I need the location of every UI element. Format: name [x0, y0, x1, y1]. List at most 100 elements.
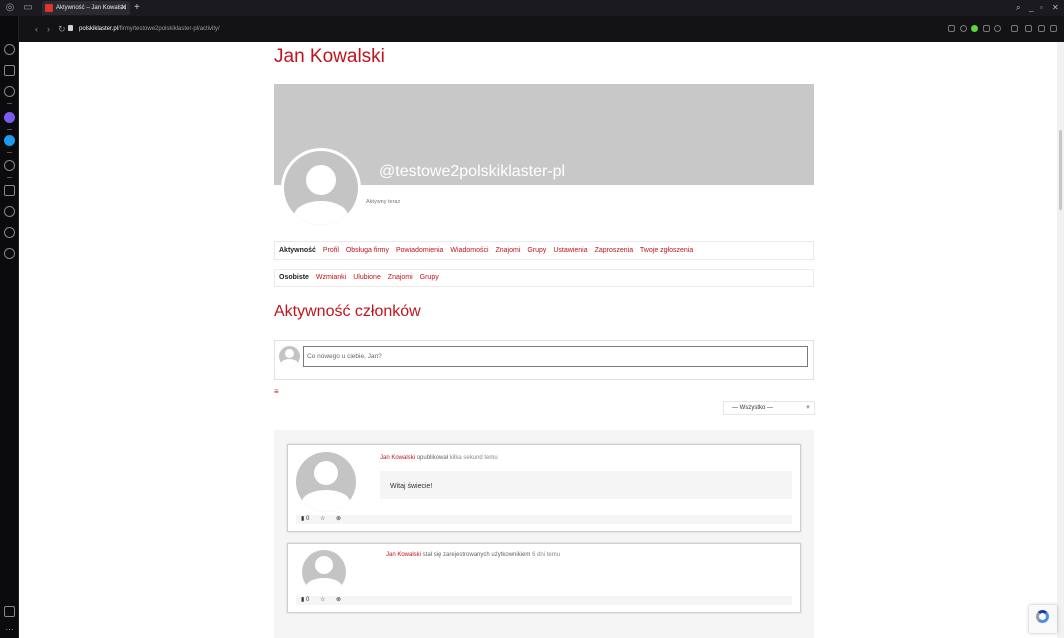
new-tab-button[interactable]: + — [134, 1, 140, 14]
profile-avatar[interactable] — [281, 148, 361, 228]
avatar-head — [306, 165, 336, 195]
avatar-body — [302, 490, 350, 512]
subtab-mentions[interactable]: Wzmianki — [316, 274, 346, 281]
tab-settings[interactable]: Ustawienia — [553, 247, 587, 254]
twitter-icon[interactable] — [4, 135, 15, 146]
secondary-nav: Osobiste Wzmianki Ulubione Znajomi Grupy — [274, 269, 814, 287]
edit-icon[interactable] — [4, 185, 15, 196]
sidebar-divider — [7, 177, 12, 178]
messenger-icon[interactable] — [4, 112, 15, 123]
subtab-friends[interactable]: Znajomi — [388, 274, 413, 281]
filter-value: — Wszystko — — [732, 405, 774, 411]
menu-icon[interactable] — [1050, 25, 1057, 32]
tab-messages[interactable]: Wiadomości — [450, 247, 488, 254]
item-actions: ▮ 0 ☆ ⊗ — [296, 596, 792, 605]
tab-activity[interactable]: Aktywność — [279, 247, 316, 254]
post-avatar — [279, 346, 300, 367]
player-icon[interactable] — [4, 160, 15, 171]
translate-icon[interactable] — [1025, 25, 1032, 32]
download-icon[interactable] — [1038, 25, 1045, 32]
activity-filter-select[interactable]: — Wszystko — ▼ — [723, 401, 815, 415]
comment-button[interactable]: ▮ 0 — [301, 515, 309, 524]
item-actions: ▮ 0 ☆ ⊗ — [296, 515, 792, 524]
sidebar-divider — [7, 129, 12, 130]
item-time[interactable]: kilka sekund temu — [450, 455, 498, 461]
tab-close-icon[interactable]: ✕ — [120, 1, 127, 15]
back-button[interactable]: ‹ — [35, 23, 38, 35]
page-title: Jan Kowalski — [274, 46, 385, 67]
speed-dial-icon[interactable] — [4, 44, 15, 55]
favorite-star-icon[interactable]: ☆ — [320, 515, 325, 524]
item-action: opublikował — [416, 455, 449, 461]
primary-nav: Aktywność Profil Obsługa firmy Powiadomi… — [274, 241, 814, 260]
favorite-star-icon[interactable]: ☆ — [320, 596, 325, 605]
address-bar-row: ‹ › ↻ polskiklaster.pl/firmy/testowe2pol… — [0, 16, 1064, 42]
subtab-personal[interactable]: Osobiste — [279, 274, 309, 281]
scrollbar-thumb[interactable] — [1059, 130, 1062, 210]
profile-handle: @testowe2polskiklaster-pl — [379, 163, 566, 180]
settings-icon[interactable] — [4, 248, 15, 259]
maximize-button[interactable]: ▫ — [1040, 2, 1043, 14]
tab-bar: ◎ ▭ Aktywność – Jan Kowalski ✕ + ⌕ _ ▫ ✕ — [0, 0, 1064, 16]
rss-icon[interactable]: ≡ — [274, 387, 279, 396]
avatar-body — [294, 201, 348, 225]
tab-notifications[interactable]: Powiadomienia — [396, 247, 443, 254]
forward-button[interactable]: › — [47, 23, 50, 35]
comment-button[interactable]: ▮ 0 — [301, 596, 309, 605]
tab-reports[interactable]: Twoje zgłoszenia — [640, 247, 693, 254]
vivaldi-logo-icon[interactable]: ◎ — [4, 2, 16, 14]
delete-icon[interactable]: ⊗ — [336, 515, 341, 524]
activity-status: Aktywny teraz — [366, 199, 401, 205]
tab-activity[interactable]: Aktywność – Jan Kowalski ✕ — [42, 1, 130, 15]
site-favicon-icon — [45, 4, 53, 12]
recaptcha-icon — [1036, 610, 1049, 623]
heart-icon[interactable] — [994, 25, 1001, 32]
url-path: /firmy/testowe2polskiklaster-pl/activity… — [118, 26, 220, 32]
recaptcha-badge[interactable] — [1029, 605, 1057, 633]
reader-icon[interactable] — [948, 25, 955, 32]
item-content: Witaj świecie! — [380, 471, 792, 499]
adblock-shield-icon[interactable] — [971, 25, 978, 32]
delete-icon[interactable]: ⊗ — [336, 596, 341, 605]
box-icon[interactable] — [4, 227, 15, 238]
avatar-head — [315, 556, 333, 574]
extension-icon[interactable] — [1011, 25, 1018, 32]
window-menu-icon[interactable]: ▭ — [22, 2, 34, 14]
item-avatar[interactable] — [302, 550, 346, 594]
capture-icon[interactable] — [960, 25, 967, 32]
history-icon[interactable] — [4, 206, 15, 217]
post-form: Co nowego u ciebie, Jan? — [274, 340, 814, 380]
chevron-down-icon: ▼ — [805, 405, 811, 411]
close-window-button[interactable]: ✕ — [1052, 2, 1059, 14]
avatar-body — [306, 578, 342, 594]
minimize-button[interactable]: _ — [1029, 2, 1033, 14]
activity-item: Jan Kowalski opublikował kilka sekund te… — [287, 444, 801, 532]
tab-profile[interactable]: Profil — [323, 247, 339, 254]
browser-sidebar: ··· — [0, 16, 19, 638]
comment-count: 0 — [305, 597, 310, 603]
author-link[interactable]: Jan Kowalski — [386, 552, 421, 558]
subtab-favorites[interactable]: Ulubione — [353, 274, 381, 281]
search-icon[interactable]: ⌕ — [1016, 2, 1020, 14]
avatar-body — [281, 359, 298, 367]
sidebar-divider — [7, 152, 12, 153]
pinboard-icon[interactable] — [4, 606, 15, 617]
url-field[interactable]: polskiklaster.pl/firmy/testowe2polskikla… — [79, 23, 220, 35]
bag-icon[interactable] — [4, 65, 15, 76]
activity-item: Jan Kowalski stał się zarejestrowanych u… — [287, 543, 801, 613]
tab-invitations[interactable]: Zaproszenia — [595, 247, 634, 254]
item-avatar[interactable] — [296, 452, 356, 512]
reload-button[interactable]: ↻ — [58, 23, 66, 35]
extension-icon[interactable] — [4, 86, 15, 97]
item-meta: Jan Kowalski opublikował kilka sekund te… — [380, 455, 498, 461]
tab-company[interactable]: Obsługa firmy — [346, 247, 389, 254]
comment-count: 0 — [305, 516, 310, 522]
play-icon[interactable] — [983, 25, 990, 32]
whats-new-input[interactable]: Co nowego u ciebie, Jan? — [303, 346, 808, 367]
tab-groups[interactable]: Grupy — [527, 247, 546, 254]
tab-friends[interactable]: Znajomi — [495, 247, 520, 254]
subtab-groups[interactable]: Grupy — [420, 274, 439, 281]
more-icon[interactable]: ··· — [4, 624, 15, 635]
item-time[interactable]: 6 dni temu — [532, 552, 560, 558]
author-link[interactable]: Jan Kowalski — [380, 455, 415, 461]
